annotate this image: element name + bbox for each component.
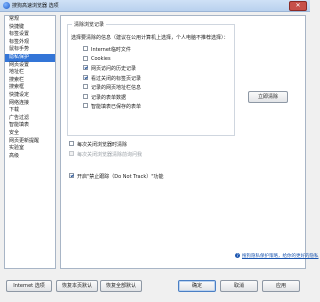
sidebar-item[interactable]: 实验室 <box>5 145 55 153</box>
privacy-panel: 清除浏览记录 选择要清除的信息（建议在公用计算机上选择，个人电脑不推荐选择）： … <box>60 15 319 269</box>
close-button[interactable]: ✕ <box>289 1 307 11</box>
cancel-button[interactable]: 取消 <box>220 280 258 292</box>
window-title: 搜狗高速浏览器 选项 <box>12 3 59 9</box>
browser-logo-icon <box>3 2 10 9</box>
clear-option-checkbox[interactable] <box>83 46 88 51</box>
clear-option-checkbox[interactable] <box>83 103 88 108</box>
clear-option-label: 网页访问的历史记录 <box>91 66 137 72</box>
clear-option-checkbox[interactable] <box>83 74 88 80</box>
sidebar-item[interactable]: 标签设置 <box>5 31 55 39</box>
auto-clear-ask-checkbox[interactable] <box>69 151 74 156</box>
clear-option-label: 智能填表已保存的表单 <box>91 104 142 110</box>
sidebar-item[interactable]: 搜索框 <box>5 84 55 92</box>
clear-option-label: 记录的网页地址栏信息 <box>91 85 142 91</box>
group-title: 清除浏览记录 <box>72 21 107 28</box>
clear-option-label: Cookies <box>91 55 111 62</box>
sidebar-item[interactable]: 快捷设定 <box>5 92 55 100</box>
auto-clear-checkbox[interactable] <box>69 141 74 146</box>
apply-button[interactable]: 应用 <box>262 280 300 292</box>
clear-option-checkbox[interactable] <box>83 84 88 89</box>
clear-option-checkbox[interactable] <box>83 93 88 99</box>
instruction-text: 选择要清除的信息（建议在公用计算机上选择，个人电脑不推荐选择）： <box>71 35 229 41</box>
clear-option-label: Internet临时文件 <box>91 47 131 53</box>
sidebar-item[interactable]: 常规 <box>5 16 55 24</box>
internet-options-button[interactable]: Internet 选项 <box>6 280 52 292</box>
clear-option-label: 记录的表单数据 <box>91 94 127 101</box>
privacy-policy-link[interactable]: 搜狗隐私保护策略，给你的更好的隐私 <box>242 253 319 259</box>
clear-now-button[interactable]: 立即清除 <box>248 91 288 103</box>
sidebar-item[interactable]: 网络连接 <box>5 100 55 108</box>
sidebar-item[interactable]: 地址栏 <box>5 69 55 77</box>
clear-option-label: 看过关闭的标签页记录 <box>91 75 142 82</box>
help-icon: ? <box>235 253 240 258</box>
auto-clear-ask-label: 每次关闭浏览器清除前询问我 <box>77 152 143 158</box>
clear-option-checkbox[interactable] <box>83 55 88 61</box>
sidebar-item[interactable]: 网页更新提醒 <box>5 138 55 146</box>
restore-page-defaults-button[interactable]: 恢复本页默认 <box>56 280 98 292</box>
sidebar-item[interactable]: 鼠标手势 <box>5 46 55 54</box>
do-not-track-checkbox[interactable] <box>69 173 74 178</box>
sidebar-item[interactable]: 下载 <box>5 107 55 115</box>
settings-sidebar: 常规 快捷键 标签设置 标签外观 鼠标手势 隐私保护 网页设置 地址栏 搜索栏 搜索框 快捷设定 网络… <box>4 15 56 269</box>
ok-button[interactable]: 确定 <box>178 280 216 292</box>
sidebar-item[interactable]: 隐私保护 <box>5 53 55 62</box>
clear-option-checkbox[interactable] <box>83 65 88 70</box>
sidebar-item[interactable]: 安全 <box>5 130 55 138</box>
sidebar-item[interactable]: 智能填表 <box>5 122 55 130</box>
auto-clear-label: 每次关闭浏览器时清除 <box>77 142 128 148</box>
sidebar-item[interactable]: 高级 <box>5 153 55 161</box>
do-not-track-label: 开启"禁止跟踪（Do Not Track）"功能 <box>77 174 164 180</box>
title-bar: 搜狗高速浏览器 选项 ✕ <box>0 0 310 12</box>
restore-all-defaults-button[interactable]: 恢复全部默认 <box>100 280 142 292</box>
